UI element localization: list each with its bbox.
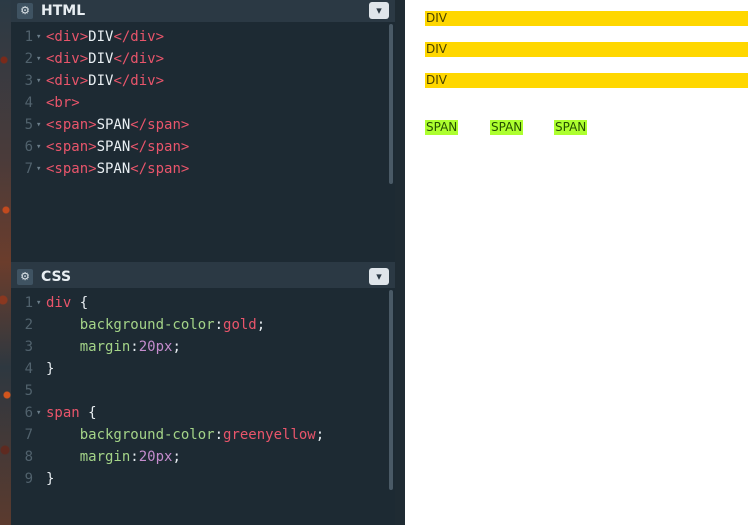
css-editor-scrollbar[interactable] [389,290,393,490]
line-number: 7 [24,161,33,177]
code-line: 7 ▾ <span>SPAN</span> [11,158,381,180]
html-editor-panel: ⚙ HTML ▾ 1 ▾ <div>DIV</div> 2 ▾ <div>DIV</div… [11,0,395,262]
fold-arrow-icon[interactable]: ▾ [36,26,41,48]
gear-icon[interactable]: ⚙ [17,3,33,19]
css-panel-title: CSS [41,269,72,285]
line-number: 2 [24,51,33,67]
preview-div: DIV [425,73,748,88]
html-panel-title: HTML [41,3,86,19]
background-wallpaper-strip [0,0,11,525]
line-number: 1 [24,29,33,45]
code-line: 8 margin:20px; [11,446,381,468]
code-line: 7 background-color:greenyellow; [11,424,381,446]
code-line: 2 ▾ <div>DIV</div> [11,48,381,70]
preview-span: SPAN [490,120,524,135]
line-number: 2 [24,317,33,333]
code-text: } [46,361,55,377]
code-text: margin:20px; [79,449,181,465]
code-text: <div>DIV</div> [46,51,165,67]
line-number: 3 [24,73,33,89]
preview-span: SPAN [554,120,588,135]
code-text: background-color:greenyellow; [79,427,325,443]
code-text: margin:20px; [79,339,181,355]
code-text: span { [46,405,97,421]
code-text: <div>DIV</div> [46,73,165,89]
code-line: 4 <br> [11,92,381,114]
line-number: 7 [24,427,33,443]
code-line: 2 background-color:gold; [11,314,381,336]
code-line: 1 ▾ <div>DIV</div> [11,26,381,48]
gear-icon[interactable]: ⚙ [17,269,33,285]
line-number: 5 [24,383,33,399]
code-line: 9} [11,468,381,490]
code-text: } [46,471,55,487]
preview-div: DIV [425,42,748,57]
chevron-down-icon[interactable]: ▾ [369,2,389,19]
html-code-editor[interactable]: 1 ▾ <div>DIV</div> 2 ▾ <div>DIV</div> 3 ▾ <div>D… [11,22,395,262]
pane-resize-gutter[interactable] [395,0,405,525]
code-line: 5 ▾ <span>SPAN</span> [11,114,381,136]
line-number: 4 [24,95,33,111]
code-text: <span>SPAN</span> [46,161,190,177]
fold-arrow-icon[interactable]: ▾ [36,158,41,180]
preview-div: DIV [425,11,748,26]
editor-column: ⚙ HTML ▾ 1 ▾ <div>DIV</div> 2 ▾ <div>DIV</div… [11,0,395,525]
fold-arrow-icon[interactable]: ▾ [36,48,41,70]
preview-span: SPAN [425,120,459,135]
code-text: <span>SPAN</span> [46,117,190,133]
line-number: 5 [24,117,33,133]
line-number: 6 [24,139,33,155]
code-line: 6 ▾ <span>SPAN</span> [11,136,381,158]
code-text: background-color:gold; [79,317,266,333]
code-line: 4} [11,358,381,380]
line-number: 9 [24,471,33,487]
code-text: div { [46,295,89,311]
code-line: 3 margin:20px; [11,336,381,358]
code-text: <span>SPAN</span> [46,139,190,155]
fold-arrow-icon[interactable]: ▾ [36,136,41,158]
fold-arrow-icon[interactable]: ▾ [36,292,41,314]
chevron-down-icon[interactable]: ▾ [369,268,389,285]
code-line: 5 [11,380,381,402]
fold-arrow-icon[interactable]: ▾ [36,402,41,424]
code-line: 1 ▾ div { [11,292,381,314]
code-line: 6 ▾ span { [11,402,381,424]
fold-arrow-icon[interactable]: ▾ [36,70,41,92]
line-number: 3 [24,339,33,355]
css-code-editor[interactable]: 1 ▾ div {2 background-color:gold; 3 margin:… [11,288,395,525]
result-preview: DIV DIV DIV SPAN SPAN SPAN [405,0,748,525]
line-number: 6 [24,405,33,421]
html-editor-scrollbar[interactable] [389,24,393,184]
code-text: <div>DIV</div> [46,29,165,45]
line-number: 4 [24,361,33,377]
code-line: 3 ▾ <div>DIV</div> [11,70,381,92]
css-editor-panel: ⚙ CSS ▾ 1 ▾ div {2 background-color:gold; 3… [11,266,395,525]
fold-arrow-icon[interactable]: ▾ [36,114,41,136]
line-number: 8 [24,449,33,465]
css-panel-header: ⚙ CSS ▾ [11,266,395,288]
code-text: <br> [46,95,80,111]
line-number: 1 [24,295,33,311]
html-panel-header: ⚙ HTML ▾ [11,0,395,22]
